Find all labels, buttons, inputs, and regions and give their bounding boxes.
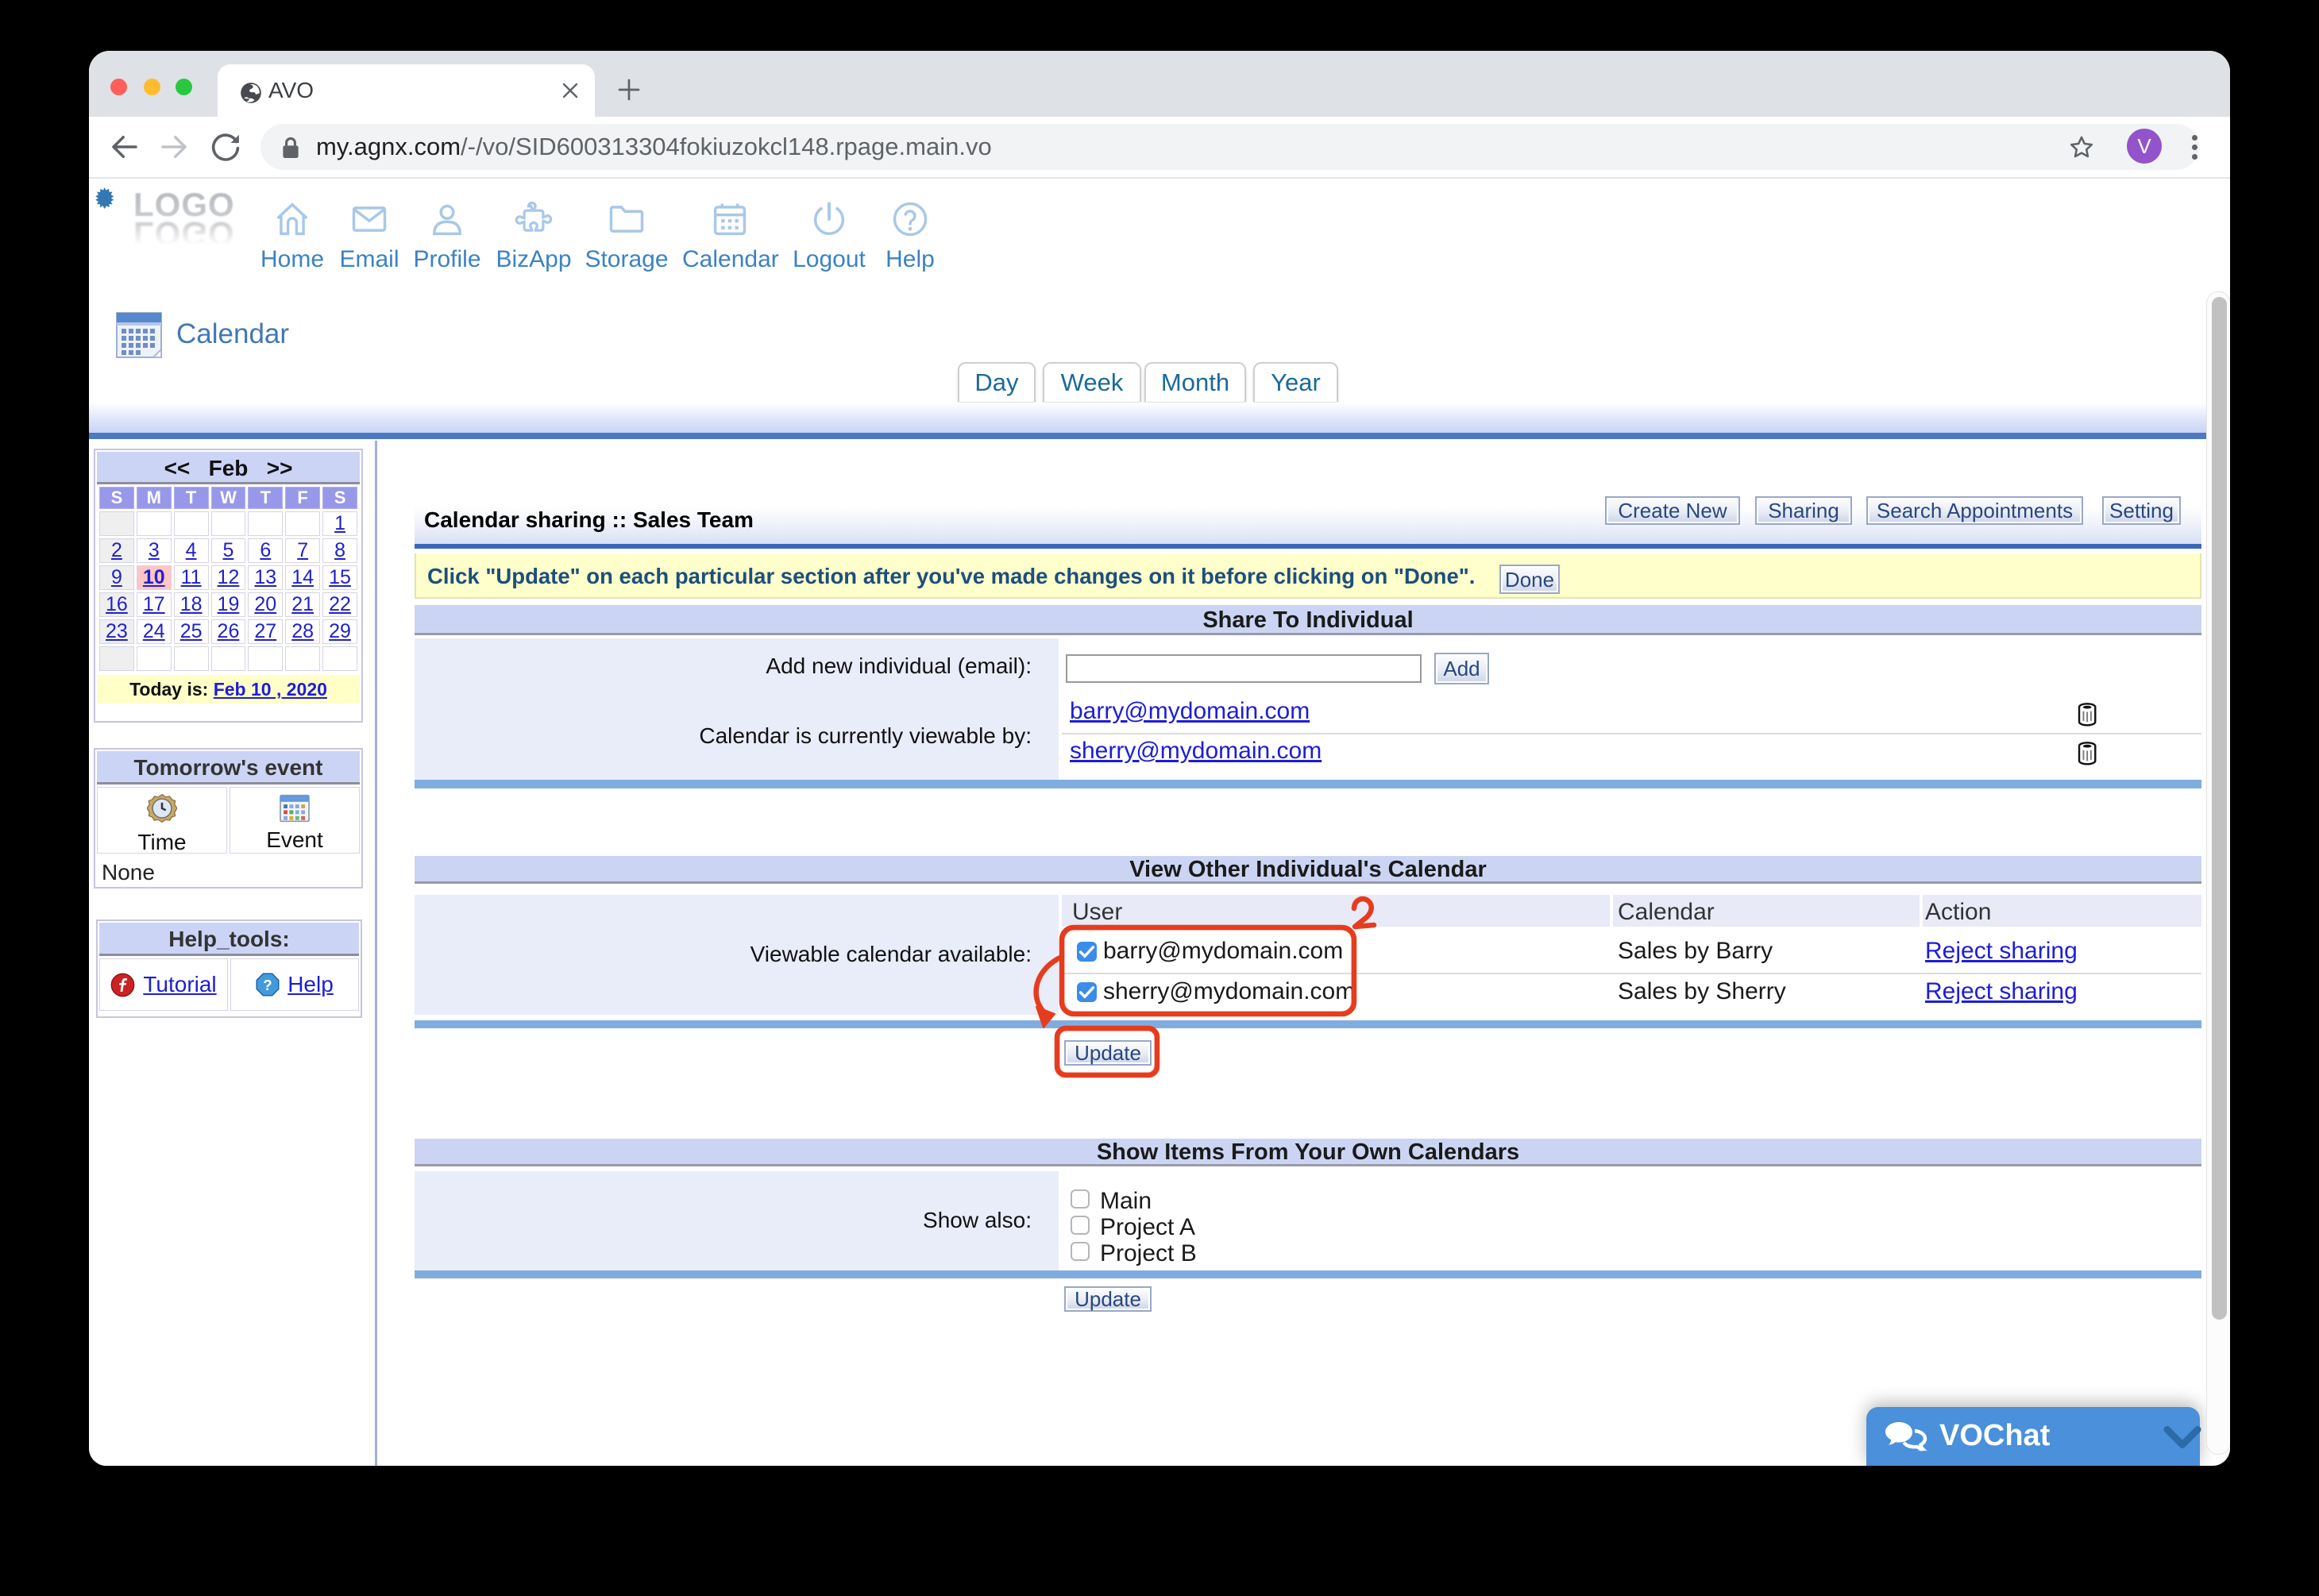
svg-text:?: ? — [263, 977, 272, 993]
